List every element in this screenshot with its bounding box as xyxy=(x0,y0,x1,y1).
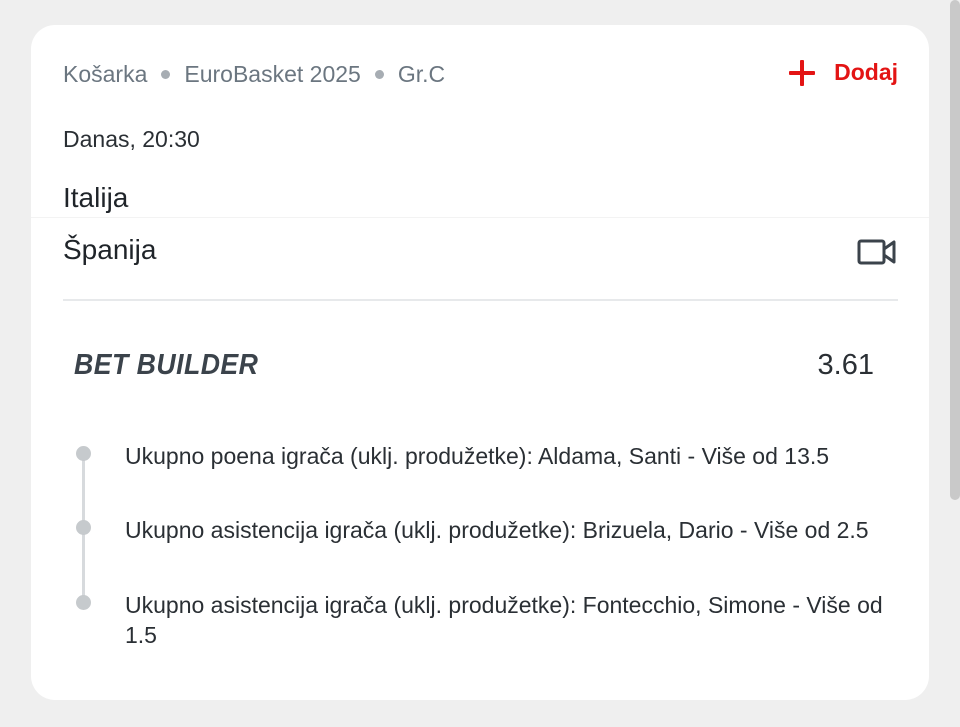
event-datetime: Danas, 20:30 xyxy=(63,126,200,152)
bet-builder-odds: 3.61 xyxy=(817,349,874,381)
timeline-dot xyxy=(76,446,91,461)
event-card[interactable]: Košarka EuroBasket 2025 Gr.C Dodaj Danas… xyxy=(31,25,929,700)
breadcrumb-group: Gr.C xyxy=(397,61,446,87)
away-team: Španija xyxy=(63,234,157,265)
bet-leg: Ukupno asistencija igrača (uklj. produže… xyxy=(125,517,869,543)
video-camera-icon[interactable] xyxy=(857,237,897,267)
bet-leg: Ukupno poena igrača (uklj. produžetke): … xyxy=(125,443,830,469)
scrollbar[interactable] xyxy=(950,0,960,500)
timeline-dot xyxy=(76,595,91,610)
separator-dot xyxy=(161,70,171,79)
timeline-dot xyxy=(76,520,91,535)
team-separator xyxy=(31,217,929,218)
section-divider xyxy=(63,299,898,301)
add-button[interactable]: Dodaj xyxy=(789,59,898,86)
separator-dot xyxy=(374,70,384,79)
bet-builder-title: BET BUILDER xyxy=(74,349,259,381)
breadcrumb-competition: EuroBasket 2025 xyxy=(184,61,361,87)
plus-icon xyxy=(789,59,816,86)
bet-leg: Ukupno asistencija igrača (uklj. produže… xyxy=(125,592,883,648)
breadcrumb-sport: Košarka xyxy=(63,61,148,87)
breadcrumb: Košarka EuroBasket 2025 Gr.C xyxy=(63,61,445,88)
home-team: Italija xyxy=(63,182,129,213)
add-button-label: Dodaj xyxy=(834,59,898,85)
